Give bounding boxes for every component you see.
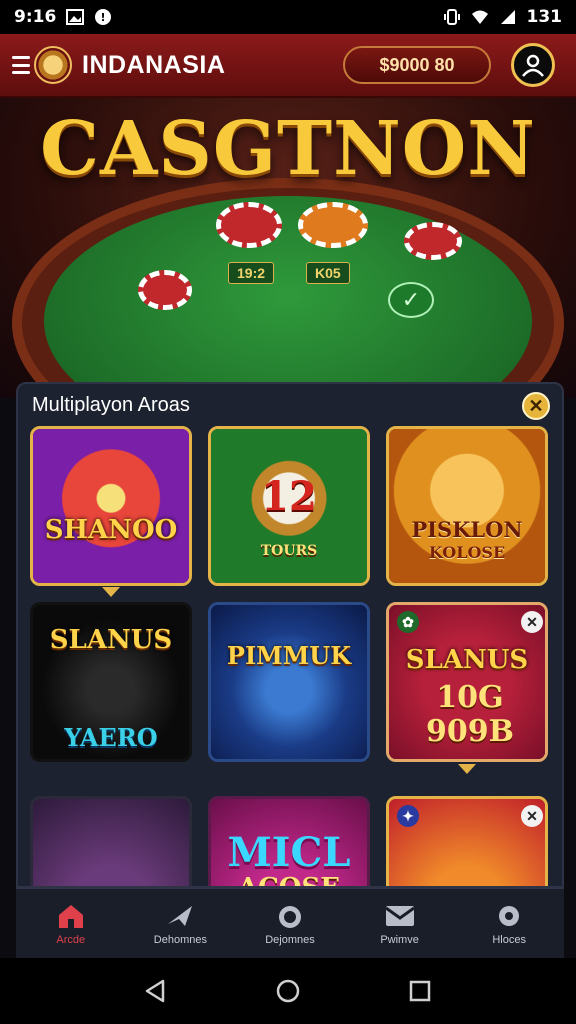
game-title: 12 bbox=[261, 473, 317, 520]
nav-label: Pwimve bbox=[380, 933, 419, 946]
poker-chip-icon bbox=[138, 270, 192, 310]
alert-notification-icon: ! bbox=[95, 9, 112, 25]
close-icon[interactable]: ✕ bbox=[522, 392, 550, 420]
battery-level: 131 bbox=[526, 7, 563, 27]
close-icon[interactable]: ✕ bbox=[521, 611, 543, 633]
game-card[interactable]: 12 TOURS bbox=[208, 426, 370, 586]
profile-button[interactable] bbox=[511, 43, 555, 87]
poker-chip-icon bbox=[298, 202, 368, 248]
vibrate-icon bbox=[443, 9, 460, 25]
game-title: PIMMUK bbox=[226, 641, 352, 670]
nav-item-dehomnes[interactable]: Dehomnes bbox=[126, 889, 236, 958]
game-title: SLANUS bbox=[49, 625, 173, 655]
brand-name: INDANASIA bbox=[82, 50, 226, 79]
mail-icon bbox=[384, 905, 415, 926]
nav-item-pwimve[interactable]: Pwimve bbox=[345, 889, 455, 958]
close-icon[interactable]: ✕ bbox=[521, 805, 543, 827]
game-subtitle: YAERO bbox=[64, 723, 158, 752]
game-title: PISKLON bbox=[411, 517, 523, 542]
nav-label: Dejomnes bbox=[265, 933, 315, 946]
menu-icon[interactable] bbox=[12, 56, 30, 74]
plane-icon bbox=[168, 905, 193, 926]
game-card[interactable]: PIMMUK bbox=[208, 602, 370, 762]
hero-title: CASGTNON bbox=[40, 106, 536, 192]
balance-button[interactable]: $9000 80 bbox=[343, 46, 491, 84]
back-icon[interactable] bbox=[143, 978, 169, 1004]
nav-label: Hloces bbox=[492, 933, 526, 946]
felt-label-left: 19:2 bbox=[228, 262, 275, 284]
game-subtitle: TOURS bbox=[260, 543, 318, 559]
game-card[interactable]: SLANUS YAERO bbox=[30, 602, 192, 762]
poker-chip-icon bbox=[404, 222, 462, 260]
game-card[interactable]: MICL ACOSE bbox=[208, 796, 370, 888]
nav-item-hloces[interactable]: Hloces bbox=[454, 889, 564, 958]
image-notification-icon bbox=[66, 9, 85, 25]
felt-label-right: K05 bbox=[306, 262, 350, 284]
game-card[interactable]: ✦ ✕ bbox=[386, 796, 548, 886]
game-title: SLANUS bbox=[405, 645, 529, 675]
nav-item-arcade[interactable]: Arcde bbox=[16, 889, 126, 958]
bomb-icon bbox=[278, 905, 301, 928]
hero-banner[interactable]: 19:2 K05 ✓ CASGTNON bbox=[0, 98, 576, 398]
system-navigation-bar bbox=[0, 958, 576, 1024]
rose-icon: ✿ bbox=[397, 611, 419, 633]
nav-label: Arcde bbox=[56, 933, 86, 946]
game-title: MICL bbox=[227, 829, 351, 876]
card-pointer bbox=[102, 587, 120, 597]
home-button-icon[interactable] bbox=[275, 978, 301, 1004]
brand-logo bbox=[34, 46, 72, 84]
game-card[interactable] bbox=[30, 796, 192, 886]
wifi-icon bbox=[471, 10, 488, 24]
app-header: INDANASIA $9000 80 bbox=[0, 34, 576, 98]
svg-text:!: ! bbox=[101, 11, 106, 24]
game-card[interactable]: PISKLON KOLOSE bbox=[386, 426, 548, 586]
game-subtitle: 10G 909B bbox=[426, 680, 514, 749]
game-title: SHANOO bbox=[44, 515, 178, 545]
panel-title: Multiplayon Aroas bbox=[32, 394, 190, 416]
badge-icon: ✦ bbox=[397, 805, 419, 827]
home-icon bbox=[58, 904, 83, 928]
bottom-navigation: Arcde Dehomnes Dejomnes Pwimve Hloces bbox=[16, 888, 564, 958]
status-bar: 9:16 ! 131 bbox=[0, 0, 576, 34]
status-time: 9:16 bbox=[14, 7, 57, 27]
card-pointer bbox=[458, 764, 476, 774]
gear-icon bbox=[499, 905, 520, 926]
poker-chip-icon bbox=[216, 202, 282, 248]
check-icon: ✓ bbox=[388, 282, 434, 318]
multiplayer-panel: Multiplayon Aroas ✕ SHANOO 12 TOURS PISK… bbox=[16, 382, 564, 888]
nav-label: Dehomnes bbox=[153, 933, 207, 946]
game-subtitle: ACOSE bbox=[237, 873, 341, 888]
nav-item-dejomnes[interactable]: Dejomnes bbox=[235, 889, 345, 958]
game-card[interactable]: SHANOO bbox=[30, 426, 192, 586]
signal-icon bbox=[500, 10, 515, 24]
game-card[interactable]: ✿ ✕ SLANUS 10G 909B bbox=[386, 602, 548, 762]
game-subtitle: KOLOSE bbox=[428, 543, 506, 562]
recents-icon[interactable] bbox=[407, 978, 433, 1004]
casino-app-screen: 9:16 ! 131 INDANASIA $9000 80 19:2 K05 ✓… bbox=[0, 0, 576, 1024]
user-icon bbox=[522, 54, 544, 77]
